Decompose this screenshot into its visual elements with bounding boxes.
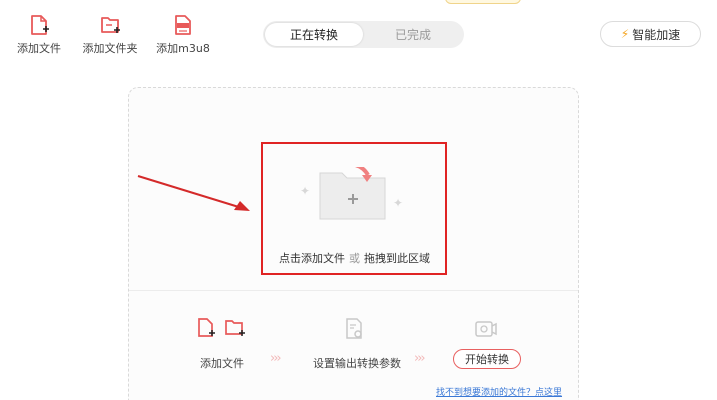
file-plus-icon	[31, 15, 49, 35]
folder-plus-icon	[225, 320, 245, 336]
step-arrow-icon: ›››	[414, 351, 426, 366]
add-file-label: 添加文件	[17, 42, 61, 55]
notice-tip	[445, 0, 521, 4]
step-set-params-label: 设置输出转换参数	[313, 357, 401, 370]
folder-plus-icon	[101, 17, 120, 33]
folder-plus-icon	[319, 167, 386, 220]
bolt-icon: ⚡	[620, 27, 630, 41]
add-folder-label: 添加文件夹	[82, 42, 138, 55]
drop-drag-text: 拖拽到此区域	[364, 252, 430, 265]
step-add-file-label: 添加文件	[200, 357, 244, 370]
add-folder-button[interactable]: 添加文件夹	[82, 14, 138, 56]
m3u8-file-icon	[175, 15, 191, 35]
step-arrow-icon: ›››	[270, 351, 282, 366]
tab-completed[interactable]: 已完成	[364, 23, 462, 46]
annotation-arrow-icon	[137, 174, 250, 211]
smart-speed-button[interactable]: ⚡ 智能加速	[600, 21, 701, 47]
add-m3u8-label: 添加m3u8	[156, 42, 210, 55]
file-plus-icon	[198, 318, 215, 337]
tab-converting[interactable]: 正在转换	[265, 23, 363, 46]
drop-zone-text: 点击添加文件或拖拽到此区域	[279, 250, 439, 266]
panel-divider	[129, 290, 578, 291]
drop-add-text: 点击添加文件	[279, 252, 345, 265]
add-file-button[interactable]: 添加文件	[16, 14, 62, 56]
status-tabs: 正在转换 已完成	[263, 21, 464, 48]
add-m3u8-button[interactable]: 添加m3u8	[154, 14, 212, 56]
help-link[interactable]: 找不到想要添加的文件？点这里	[436, 385, 562, 398]
convert-icon	[475, 321, 497, 337]
drop-or-text: 或	[349, 252, 360, 265]
smart-speed-label: 智能加速	[632, 27, 681, 42]
start-convert-button[interactable]: 开始转换	[453, 349, 521, 369]
settings-file-icon	[346, 318, 362, 339]
